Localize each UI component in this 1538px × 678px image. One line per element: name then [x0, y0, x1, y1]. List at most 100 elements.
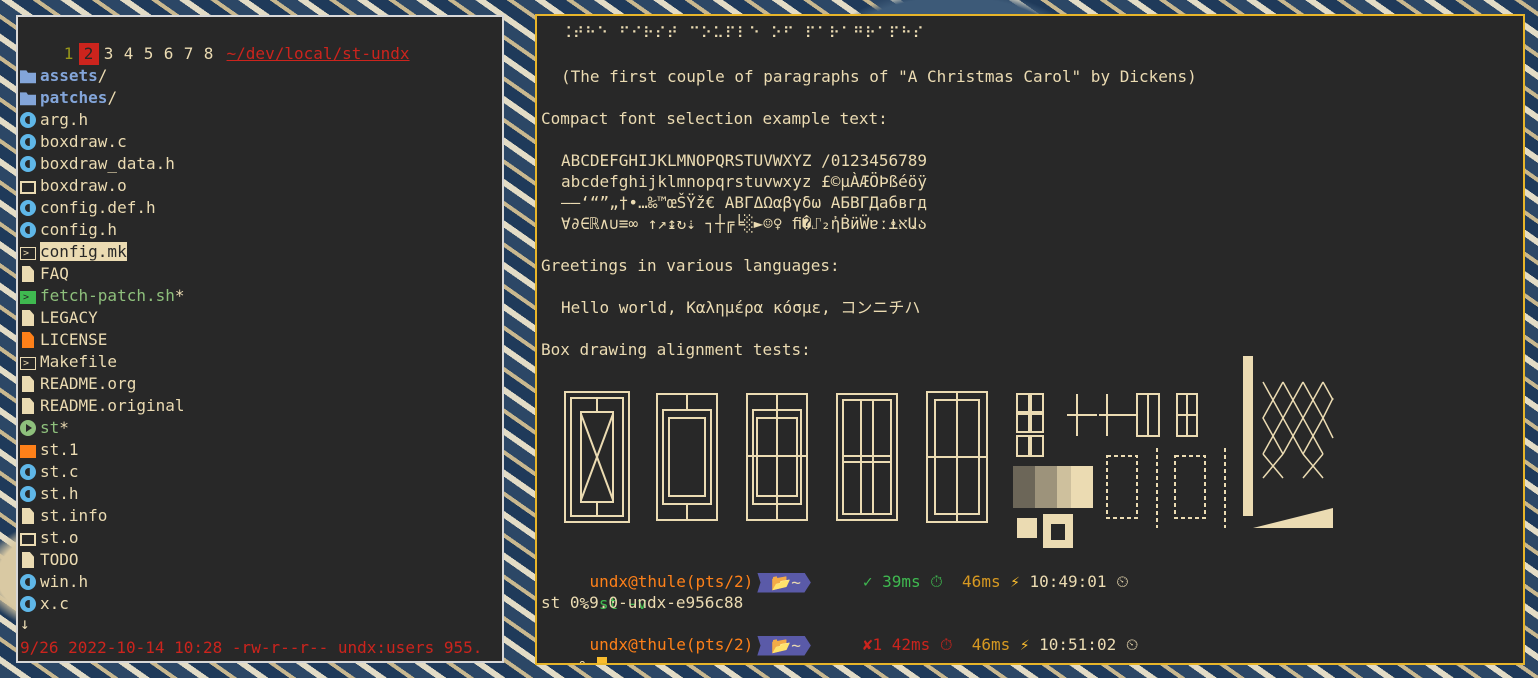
file-status-line: 9/26 2022-10-14 10:28 -rw-r--r-- undx:us…: [20, 638, 483, 657]
file-name: win.h: [40, 572, 89, 591]
bolt-icon: ⚡: [1019, 635, 1030, 654]
current-path[interactable]: ~/dev/local/st-undx: [227, 44, 410, 63]
file-item-st[interactable]: st*: [20, 417, 69, 439]
file-item-st-c[interactable]: st.c: [20, 461, 79, 483]
c-file-icon: [20, 156, 36, 172]
file-name: boxdraw.o: [40, 176, 127, 195]
c-file-icon: [20, 596, 36, 612]
file-manager-window[interactable]: 1 2 3 4 5 6 7 8 ~/dev/local/st-undx assets/patch…: [16, 15, 504, 663]
file-item-boxdraw-c[interactable]: boxdraw.c: [20, 131, 127, 153]
compact-line-1: ABCDEFGHIJKLMNOPQRSTUVWXYZ /0123456789: [561, 151, 928, 170]
file-item-win-h[interactable]: win.h: [20, 571, 88, 593]
file-item-config-mk[interactable]: config.mk: [20, 241, 127, 265]
file-item-boxdraw-o[interactable]: boxdraw.o: [20, 175, 127, 197]
file-item-patches[interactable]: patches/: [20, 87, 117, 109]
workspace-6[interactable]: 6: [159, 43, 179, 65]
file-item-config-def-h[interactable]: config.def.h: [20, 197, 156, 219]
duration: 46ms: [962, 572, 1001, 591]
workspace-2[interactable]: 2: [78, 43, 99, 65]
file-item-st-h[interactable]: st.h: [20, 483, 79, 505]
status-error: ✘1 42ms: [862, 635, 931, 654]
script-icon: [20, 287, 36, 309]
file-name: LICENSE: [40, 330, 108, 349]
workspace-4[interactable]: 4: [119, 43, 139, 65]
file-name: README.original: [40, 396, 185, 415]
file-item-st-1[interactable]: st.1: [20, 439, 79, 461]
file-suffix: /: [107, 88, 118, 107]
file-name: config.h: [40, 220, 118, 239]
terminal-icon: [20, 353, 36, 375]
license-icon: [22, 332, 34, 348]
file-item-todo[interactable]: TODO: [20, 549, 79, 571]
object-file-icon: [20, 181, 36, 194]
terminal-window[interactable]: ⠨⠞⠓⠑ ⠋⠊⠗⠎⠞ ⠉⠕⠥⠏⠇⠑ ⠕⠋ ⠏⠁⠗⠁⠛⠗⠁⠏⠓⠎ (The fir…: [535, 14, 1525, 665]
folder-icon: [20, 70, 36, 84]
file-item-config-h[interactable]: config.h: [20, 219, 117, 241]
file-item-license[interactable]: LICENSE: [20, 329, 107, 351]
file-suffix: /: [97, 66, 108, 85]
file-item-st-o[interactable]: st.o: [20, 527, 79, 549]
prompt-dir-chip: 📂~: [757, 572, 811, 593]
file-item-boxdraw-data-h[interactable]: boxdraw_data.h: [20, 153, 175, 175]
file-name: boxdraw.c: [40, 132, 127, 151]
file-item-x-c[interactable]: x.c: [20, 593, 69, 615]
compact-line-2: abcdefghijklmnopqrstuvwxyz £©µÀÆÖÞßéöÿ: [561, 172, 928, 191]
workspace-8[interactable]: 8: [199, 43, 219, 65]
executable-icon: [20, 420, 36, 436]
box-test-small-grid: [1016, 393, 1198, 457]
file-name: st.info: [40, 506, 108, 525]
clock-icon: ⏲: [1125, 635, 1139, 654]
compact-heading: Compact font selection example text:: [541, 109, 888, 128]
file-item-arg-h[interactable]: arg.h: [20, 109, 88, 131]
workspace-3[interactable]: 3: [99, 43, 119, 65]
file-name: st.c: [40, 462, 79, 481]
timer-icon: ⏱: [939, 635, 953, 654]
file-item-fetch-patch-sh[interactable]: fetch-patch.sh*: [20, 285, 185, 309]
box-drawing-test-art: [564, 356, 1334, 548]
box-test-5: [926, 391, 988, 523]
bolt-icon: ⚡: [1010, 572, 1020, 591]
workspace-7[interactable]: 7: [179, 43, 199, 65]
terminal-icon: [20, 243, 36, 265]
prompt-dir-chip: 📂~: [757, 635, 811, 656]
command-output-1: st 0.9.0-undx-e956c88: [541, 593, 744, 612]
file-item-makefile[interactable]: Makefile: [20, 351, 117, 375]
prompt-line-2: undx@thule(pts/2) 📂~ ✘1 42ms ⏱ 46ms ⚡ 10:5…: [551, 612, 1138, 656]
file-item-st-info[interactable]: st.info: [20, 505, 107, 527]
file-item-readme-original[interactable]: README.original: [20, 395, 185, 417]
scroll-down-icon: ↓: [20, 614, 30, 633]
c-file-icon: [20, 574, 36, 590]
c-file-icon: [20, 200, 36, 216]
file-name: patches: [40, 88, 108, 107]
file-name: config.mk: [40, 242, 127, 261]
box-test-4: [836, 393, 898, 521]
file-suffix: *: [174, 286, 185, 305]
file-name: TODO: [40, 550, 79, 569]
carol-caption: (The first couple of paragraphs of "A Ch…: [561, 67, 1197, 86]
folder-icon: [20, 92, 36, 106]
prompt-symbol: %: [580, 657, 590, 663]
file-name: st.1: [40, 440, 79, 459]
timer-icon: ⏱: [930, 572, 943, 591]
compact-line-4: ∀∂∈ℝ∧∪≡∞ ↑↗↨↻⇣ ┐┼╔╘░►☺♀ ﬁ�⑀₂ἠḂӥẄɐː⍎אԱა: [561, 214, 927, 233]
greetings-line: Hello world, Καλημέρα κόσμε, コンニチハ: [561, 298, 921, 317]
workspace-5[interactable]: 5: [139, 43, 159, 65]
box-test-2: [656, 393, 718, 521]
file-item-legacy[interactable]: LEGACY: [20, 307, 98, 329]
status-ok: ✓ 39ms: [862, 572, 921, 591]
file-item-readme-org[interactable]: README.org: [20, 373, 136, 395]
command-line-1: % st -v: [541, 571, 647, 613]
file-name: README.org: [40, 374, 137, 393]
prompt-time: 10:51:02: [1039, 635, 1117, 654]
terminal-cursor: [597, 657, 608, 663]
dashed-boxes: [1106, 448, 1226, 528]
file-item-assets[interactable]: assets/: [20, 65, 107, 87]
command-line-2[interactable]: %: [541, 634, 608, 663]
file-suffix: *: [59, 418, 69, 437]
file-name: assets: [40, 66, 98, 85]
document-icon: [22, 266, 34, 282]
file-name: st.o: [40, 528, 79, 547]
workspace-1[interactable]: 1: [59, 43, 79, 65]
prompt-line-1: undx@thule(pts/2) 📂~ ✓ 39ms ⏱ 46ms ⚡ 10:49…: [551, 549, 1129, 593]
file-item-faq[interactable]: FAQ: [20, 263, 69, 285]
